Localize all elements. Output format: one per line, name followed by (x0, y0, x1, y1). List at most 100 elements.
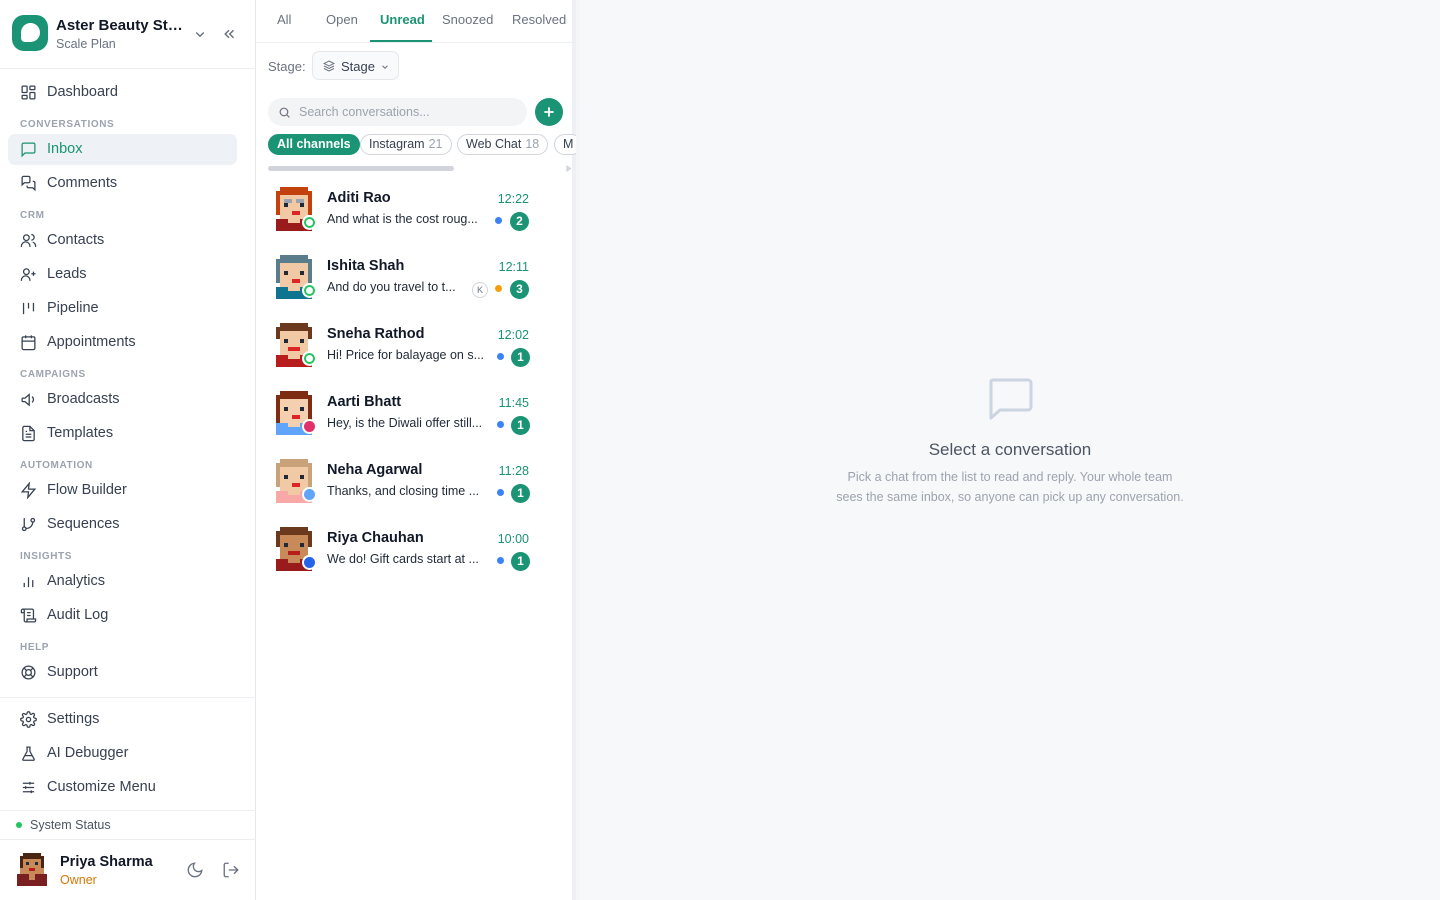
nav-templates[interactable]: Templates (8, 418, 237, 449)
chips-scrollbar[interactable] (268, 166, 454, 171)
tab-open[interactable]: Open (326, 12, 358, 27)
section-crm: CRM (20, 210, 45, 221)
nav-contacts[interactable]: Contacts (8, 225, 237, 256)
contact-name: Neha Agarwal (327, 462, 423, 478)
message-time: 10:00 (497, 532, 529, 546)
nav-pipeline[interactable]: Pipeline (8, 293, 237, 324)
nav-inbox[interactable]: Inbox (8, 134, 237, 165)
zap-icon (20, 482, 37, 499)
moon-icon[interactable] (186, 861, 204, 879)
contact-name: Riya Chauhan (327, 530, 424, 546)
nav-analytics-label: Analytics (47, 573, 106, 589)
collapse-sidebar-icon[interactable] (220, 25, 238, 43)
scroll-icon (20, 608, 37, 623)
contact-name: Ishita Shah (327, 258, 405, 274)
new-conversation-button[interactable] (535, 98, 563, 126)
nav-leads[interactable]: Leads (8, 259, 237, 290)
nav-settings-label: Settings (47, 711, 100, 727)
empty-state-title: Select a conversation (928, 440, 1092, 459)
channel-filter-chips: All channels Instagram 21 Web Chat 18 M (268, 134, 576, 156)
conversation-item[interactable]: Riya Chauhan 10:00 We do! Gift cards sta… (256, 520, 572, 588)
message-time: 12:22 (497, 192, 529, 206)
calendar-icon (21, 335, 36, 351)
stage-filter-value: Stage (341, 59, 375, 74)
logout-icon[interactable] (222, 861, 240, 879)
tab-resolved[interactable]: Resolved (512, 12, 566, 27)
conversation-item[interactable]: Neha Agarwal 11:28 Thanks, and closing t… (256, 452, 572, 520)
unread-count: 1 (511, 552, 530, 571)
status-dot (16, 822, 22, 828)
chevron-down-icon[interactable] (191, 25, 209, 43)
search-input[interactable] (268, 98, 527, 126)
message-square-icon (21, 142, 36, 158)
unread-count: 3 (510, 280, 529, 299)
conversation-item[interactable]: Aditi Rao 12:22 And what is the cost rou… (256, 180, 572, 248)
workspace-switcher[interactable]: Aster Beauty Stu... Scale Plan (0, 0, 256, 69)
message-time: 11:28 (498, 464, 529, 478)
conversation-item[interactable]: Aarti Bhatt 11:45 Hey, is the Diwali off… (256, 384, 572, 452)
search-icon (279, 107, 290, 118)
chip-web-chat[interactable]: Web Chat 18 (457, 134, 549, 155)
message-preview: Hi! Price for balayage on s... (327, 348, 485, 362)
conversation-item[interactable]: Sneha Rathod 12:02 Hi! Price for balayag… (256, 316, 572, 384)
nav-customize-menu-label: Customize Menu (47, 779, 156, 795)
layers-icon (323, 60, 335, 72)
user-avatar[interactable] (17, 853, 47, 886)
whatsapp-channel-icon (302, 283, 317, 298)
unread-dot (497, 489, 504, 496)
conversation-detail-pane: Select a conversation Pick a chat from t… (580, 0, 1440, 900)
nav-dashboard[interactable]: Dashboard (8, 77, 237, 108)
message-preview: And what is the cost roug... (327, 212, 478, 226)
message-preview: And do you travel to t... (327, 280, 456, 294)
workspace-name: Aster Beauty Stu... (56, 17, 186, 34)
nav-settings[interactable]: Settings (8, 704, 237, 735)
unread-dot (497, 557, 504, 564)
message-time: 12:11 (498, 260, 529, 274)
contact-name: Aditi Rao (327, 190, 391, 206)
tab-snoozed[interactable]: Snoozed (442, 12, 493, 27)
tab-all[interactable]: All (277, 12, 291, 27)
nav-audit-log[interactable]: Audit Log (8, 600, 237, 631)
contact-name: Aarti Bhatt (327, 394, 402, 410)
nav-flow-builder-label: Flow Builder (47, 482, 127, 498)
nav-support-label: Support (47, 664, 98, 680)
section-insights: INSIGHTS (20, 551, 73, 562)
file-text-icon (22, 425, 35, 442)
nav-contacts-label: Contacts (47, 232, 105, 248)
empty-state-description: Pick a chat from the list to read and re… (836, 470, 1184, 504)
stage-filter-dropdown[interactable]: Stage (312, 51, 399, 80)
pipeline-icon (22, 302, 35, 315)
system-status-link[interactable]: System Status (30, 818, 111, 832)
scroll-right-arrow-icon[interactable] (566, 165, 572, 172)
divider (0, 839, 256, 840)
plus-icon (544, 107, 554, 117)
instagram-channel-icon (302, 419, 317, 434)
user-plus-icon (20, 268, 36, 281)
nav-ai-debugger[interactable]: AI Debugger (8, 738, 237, 769)
nav-leads-label: Leads (47, 266, 87, 282)
bar-chart-icon (23, 577, 34, 588)
chip-instagram[interactable]: Instagram 21 (360, 134, 452, 155)
nav-inbox-label: Inbox (47, 141, 83, 157)
nav-pipeline-label: Pipeline (47, 300, 99, 316)
message-square-icon (989, 378, 1033, 420)
nav-broadcasts[interactable]: Broadcasts (8, 384, 237, 415)
nav-customize-menu[interactable]: Customize Menu (8, 772, 237, 803)
nav-flow-builder[interactable]: Flow Builder (8, 475, 237, 506)
life-buoy-icon (21, 665, 36, 680)
conversation-list-pane: All Open Unread Snoozed Resolved Stage: … (256, 0, 576, 900)
section-automation: AUTOMATION (20, 460, 93, 471)
tab-unread[interactable]: Unread (380, 12, 425, 27)
chip-all-channels[interactable]: All channels (268, 134, 360, 155)
nav-support[interactable]: Support (8, 657, 237, 688)
section-conversations: CONVERSATIONS (20, 119, 115, 130)
chip-more-channel[interactable]: M (554, 134, 576, 155)
divider (0, 697, 256, 698)
nav-sequences[interactable]: Sequences (8, 509, 237, 540)
users-icon (20, 233, 37, 247)
nav-appointments[interactable]: Appointments (8, 327, 237, 358)
nav-ai-debugger-label: AI Debugger (47, 745, 129, 761)
nav-comments[interactable]: Comments (8, 168, 237, 199)
nav-analytics[interactable]: Analytics (8, 566, 237, 597)
conversation-item[interactable]: Ishita Shah 12:11 And do you travel to t… (256, 248, 572, 316)
